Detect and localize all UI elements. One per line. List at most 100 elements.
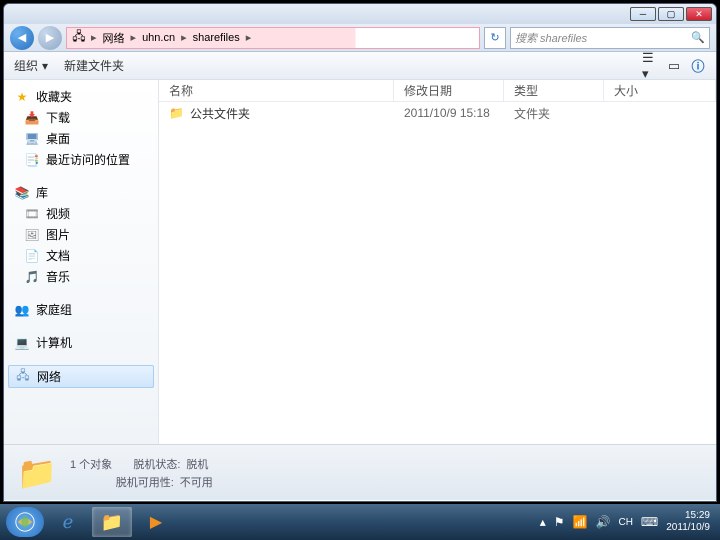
new-folder-label: 新建文件夹 <box>64 57 124 74</box>
desktop-icon: 🖥 <box>24 131 40 147</box>
file-type: 文件夹 <box>504 105 604 122</box>
sidebar-downloads[interactable]: 📥 下载 <box>4 107 158 128</box>
start-button[interactable] <box>6 507 44 537</box>
sidebar-label: 文档 <box>46 247 70 264</box>
file-name: 公共文件夹 <box>190 105 250 122</box>
breadcrumb-arrow[interactable]: ▸ <box>242 31 256 44</box>
header-date[interactable]: 修改日期 <box>394 80 504 101</box>
sidebar-libraries[interactable]: 📚库 <box>4 182 158 203</box>
download-icon: 📥 <box>24 110 40 126</box>
explorer-icon: 📁 <box>101 512 123 533</box>
sidebar-label: 图片 <box>46 226 70 243</box>
computer-icon: 💻 <box>14 335 30 351</box>
sidebar-documents[interactable]: 📄 文档 <box>4 245 158 266</box>
taskbar-explorer[interactable]: 📁 <box>92 507 132 537</box>
breadcrumb-seg-host[interactable]: uhn.cn <box>140 32 177 44</box>
status-bar: 📁 1 个对象 脱机状态: 脱机 脱机可用性: 不可用 <box>4 444 716 500</box>
sidebar-label: 桌面 <box>46 130 70 147</box>
star-icon: ★ <box>14 89 30 105</box>
taskbar: ℯ 📁 ▶ ▴ ⚑ 📶 🔊 CH ⌨ 15:29 2011/10/9 <box>0 504 720 540</box>
homegroup-icon: 👥 <box>14 302 30 318</box>
tray-date: 2011/10/9 <box>666 522 710 534</box>
breadcrumb-seg-network[interactable]: 网络 <box>101 30 127 46</box>
back-button[interactable]: ◀ <box>10 26 34 50</box>
status-offline-state: 脱机 <box>186 456 208 472</box>
sidebar-computer[interactable]: 💻计算机 <box>4 332 158 353</box>
file-row[interactable]: 📁 公共文件夹 2011/10/9 15:18 文件夹 <box>159 102 716 124</box>
sidebar: ★收藏夹 📥下载 🖥桌面 📑最近访问的位置 📚库 🎞视频 🖼图片 📄文档 🎵音乐… <box>4 80 159 444</box>
document-icon: 📄 <box>24 248 40 264</box>
video-icon: 🎞 <box>24 206 40 222</box>
taskbar-media[interactable]: ▶ <box>136 507 176 537</box>
tray-volume-icon[interactable]: 🔊 <box>596 515 611 529</box>
sidebar-label: 家庭组 <box>36 301 72 318</box>
main-area: ★收藏夹 📥下载 🖥桌面 📑最近访问的位置 📚库 🎞视频 🖼图片 📄文档 🎵音乐… <box>4 80 716 444</box>
help-button[interactable]: ⓘ <box>690 58 706 74</box>
network-icon: 🖧 <box>71 30 87 46</box>
search-icon: 🔍 <box>691 31 705 44</box>
breadcrumb-arrow[interactable]: ▸ <box>87 31 101 44</box>
sidebar-favorites[interactable]: ★ 收藏夹 <box>4 86 158 107</box>
sidebar-label: 下载 <box>46 109 70 126</box>
sidebar-videos[interactable]: 🎞 视频 <box>4 203 158 224</box>
tray-flag-icon[interactable]: ⚑ <box>554 515 565 529</box>
preview-pane-button[interactable]: ▭ <box>666 58 682 74</box>
search-input[interactable]: 搜索 sharefiles 🔍 <box>510 27 710 49</box>
file-rows[interactable]: 📁 公共文件夹 2011/10/9 15:18 文件夹 <box>159 102 716 444</box>
search-placeholder: 搜索 sharefiles <box>515 30 587 46</box>
taskbar-ie[interactable]: ℯ <box>48 507 88 537</box>
status-offline-avail: 不可用 <box>180 474 213 490</box>
column-headers: 名称 修改日期 类型 大小 <box>159 80 716 102</box>
status-offline-state-label: 脱机状态: <box>133 456 180 472</box>
file-date: 2011/10/9 15:18 <box>394 106 504 120</box>
close-button[interactable]: ✕ <box>686 7 712 21</box>
sidebar-label: 最近访问的位置 <box>46 151 130 168</box>
sidebar-recent[interactable]: 📑 最近访问的位置 <box>4 149 158 170</box>
breadcrumb-arrow[interactable]: ▸ <box>127 31 141 44</box>
address-bar[interactable]: 🖧 ▸ 网络 ▸ uhn.cn ▸ sharefiles ▸ <box>66 27 480 49</box>
sidebar-network[interactable]: 🖧网络 <box>8 365 154 388</box>
sidebar-label: 视频 <box>46 205 70 222</box>
status-offline-avail-label: 脱机可用性: <box>116 474 174 490</box>
tray-ime[interactable]: CH <box>618 517 632 528</box>
view-options-button[interactable]: ☰ ▾ <box>642 58 658 74</box>
toolbar-right: ☰ ▾ ▭ ⓘ <box>642 58 706 74</box>
tray-network-icon[interactable]: 📶 <box>573 515 588 529</box>
status-count: 1 个对象 <box>70 456 112 472</box>
organize-label: 组织 <box>14 57 38 74</box>
chevron-down-icon: ▾ <box>42 59 48 73</box>
maximize-button[interactable]: ▢ <box>658 7 684 21</box>
folder-icon: 📁 <box>169 106 184 120</box>
tray-up-icon[interactable]: ▴ <box>540 515 546 529</box>
sidebar-desktop[interactable]: 🖥 桌面 <box>4 128 158 149</box>
organize-button[interactable]: 组织 ▾ <box>14 57 48 74</box>
breadcrumb-seg-folder[interactable]: sharefiles <box>191 32 242 44</box>
header-name[interactable]: 名称 <box>159 80 394 101</box>
sidebar-label: 音乐 <box>46 268 70 285</box>
breadcrumb-arrow[interactable]: ▸ <box>177 31 191 44</box>
network-icon: 🖧 <box>15 369 31 385</box>
forward-button[interactable]: ▶ <box>38 26 62 50</box>
header-size[interactable]: 大小 <box>604 80 716 101</box>
sidebar-pictures[interactable]: 🖼图片 <box>4 224 158 245</box>
library-icon: 📚 <box>14 185 30 201</box>
toolbar: 组织 ▾ 新建文件夹 ☰ ▾ ▭ ⓘ <box>4 52 716 80</box>
music-icon: 🎵 <box>24 269 40 285</box>
sidebar-label: 收藏夹 <box>36 88 72 105</box>
tray-clock[interactable]: 15:29 2011/10/9 <box>666 510 714 534</box>
nav-bar: ◀ ▶ 🖧 ▸ 网络 ▸ uhn.cn ▸ sharefiles ▸ ↻ 搜索 … <box>4 24 716 52</box>
sidebar-label: 库 <box>36 184 48 201</box>
sidebar-music[interactable]: 🎵 音乐 <box>4 266 158 287</box>
header-type[interactable]: 类型 <box>504 80 604 101</box>
recent-icon: 📑 <box>24 152 40 168</box>
sidebar-homegroup[interactable]: 👥 家庭组 <box>4 299 158 320</box>
file-list: 名称 修改日期 类型 大小 📁 公共文件夹 2011/10/9 15:18 文件夹 <box>159 80 716 444</box>
new-folder-button[interactable]: 新建文件夹 <box>64 57 124 74</box>
titlebar[interactable]: ─ ▢ ✕ <box>4 4 716 24</box>
media-icon: ▶ <box>150 512 162 532</box>
minimize-button[interactable]: ─ <box>630 7 656 21</box>
refresh-button[interactable]: ↻ <box>484 27 506 49</box>
ie-icon: ℯ <box>63 512 74 533</box>
tray-keyboard-icon[interactable]: ⌨ <box>641 515 658 529</box>
window-buttons: ─ ▢ ✕ <box>630 7 712 21</box>
